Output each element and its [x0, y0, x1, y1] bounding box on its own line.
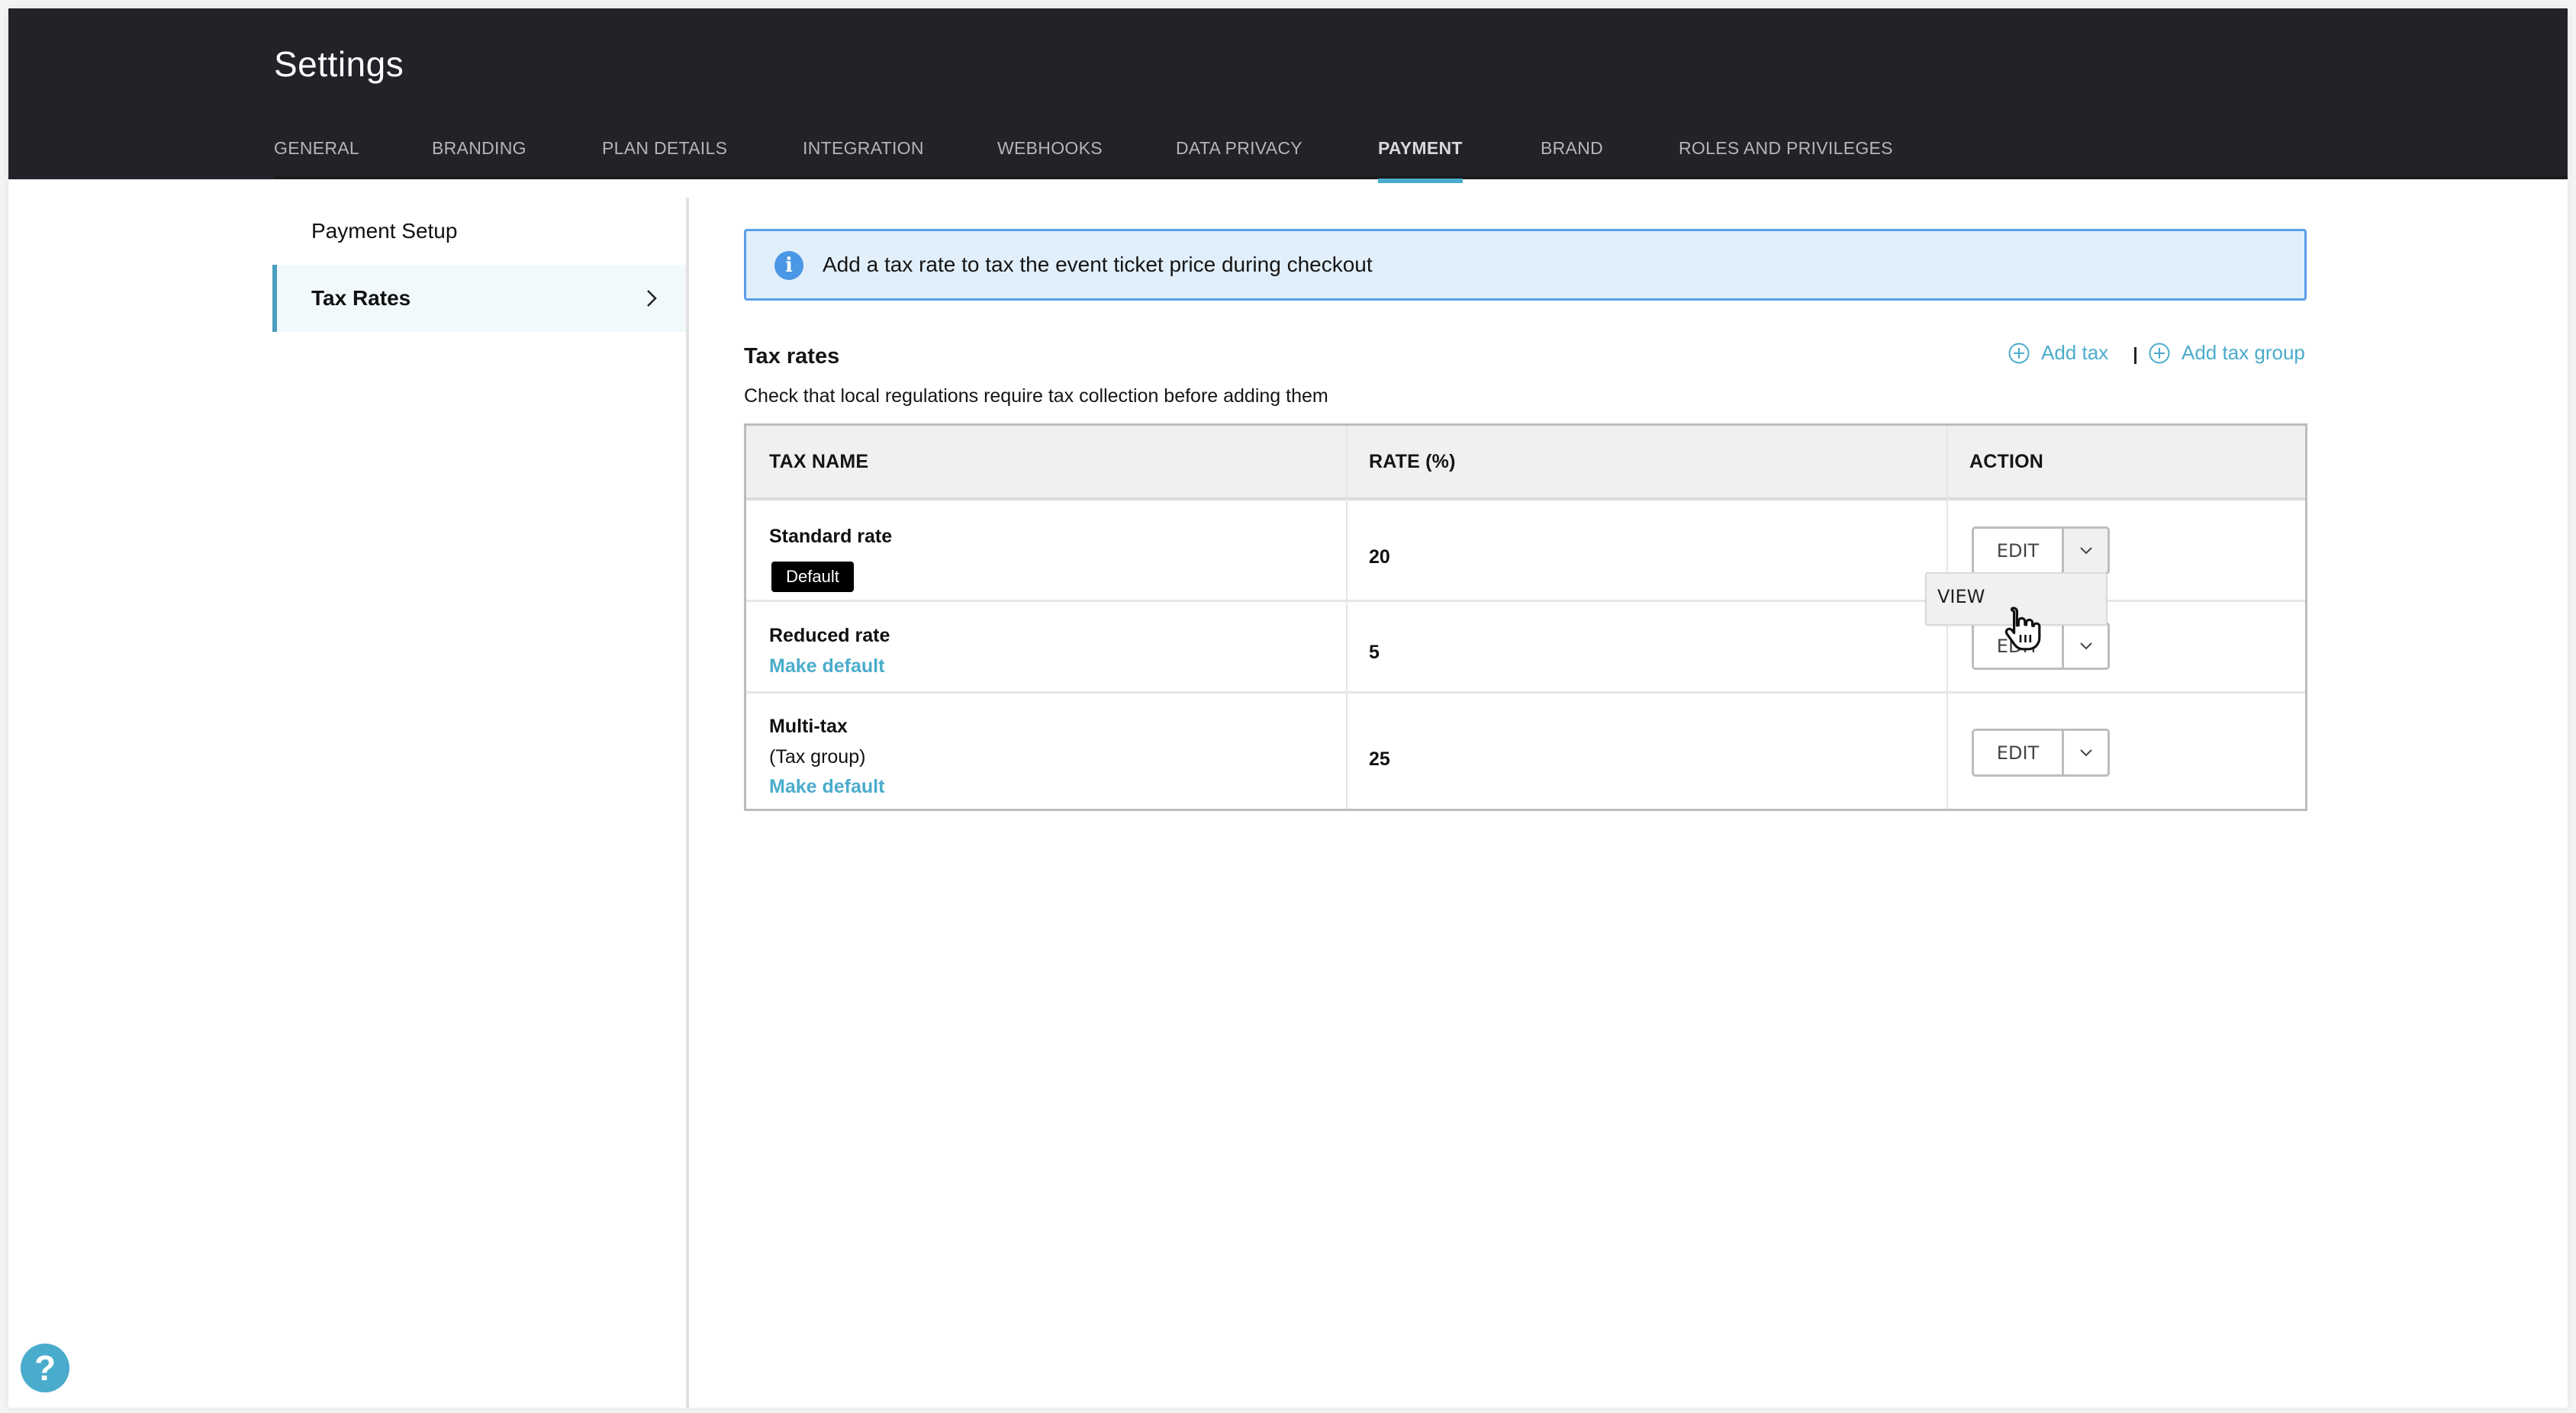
column-divider — [1346, 426, 1348, 809]
column-header-action: ACTION — [1969, 450, 2044, 472]
plus-circle-icon — [2149, 343, 2170, 363]
tab-payment[interactable]: PAYMENT — [1378, 138, 1463, 183]
app-window: Settings GENERAL BRANDING PLAN DETAILS I… — [8, 8, 2568, 1408]
column-header-tax-name: TAX NAME — [769, 450, 869, 472]
tab-general[interactable]: GENERAL — [274, 138, 359, 179]
help-button[interactable]: ? — [21, 1344, 69, 1392]
tab-branding[interactable]: BRANDING — [432, 138, 526, 179]
tab-integration[interactable]: INTEGRATION — [803, 138, 924, 179]
section-subtitle: Check that local regulations require tax… — [744, 385, 1328, 407]
chevron-right-icon — [647, 290, 657, 307]
add-tax-group-button[interactable]: Add tax group — [2148, 341, 2305, 365]
add-tax-group-label: Add tax group — [2182, 341, 2305, 364]
sidebar-item-label: Payment Setup — [311, 219, 458, 243]
sidebar-item-payment-setup[interactable]: Payment Setup — [272, 198, 686, 265]
sidebar-item-label: Tax Rates — [311, 286, 411, 310]
tab-webhooks[interactable]: WEBHOOKS — [997, 138, 1103, 179]
edit-button[interactable]: EDIT — [1974, 624, 2064, 668]
action-dropdown-menu: VIEW — [1925, 572, 2107, 626]
tax-rate: 25 — [1369, 748, 1390, 770]
banner-text: Add a tax rate to tax the event ticket p… — [823, 253, 1373, 276]
make-default-link[interactable]: Make default — [769, 776, 884, 798]
action-split-button: EDIT — [1972, 526, 2110, 575]
make-default-link[interactable]: Make default — [769, 655, 884, 678]
tax-rate: 5 — [1369, 642, 1380, 663]
action-dropdown-toggle[interactable] — [2064, 624, 2107, 668]
tax-name: Standard rate — [769, 526, 893, 547]
settings-header: Settings GENERAL BRANDING PLAN DETAILS I… — [8, 8, 2568, 183]
chevron-down-icon — [2079, 546, 2092, 554]
tab-plan-details[interactable]: PLAN DETAILS — [602, 138, 727, 179]
action-dropdown-toggle[interactable] — [2064, 731, 2107, 774]
action-split-button: EDIT — [1972, 729, 2110, 777]
tab-brand[interactable]: BRAND — [1541, 138, 1603, 179]
tax-rate: 20 — [1369, 546, 1390, 568]
tax-name: Multi-tax — [769, 716, 848, 737]
action-dropdown-toggle[interactable] — [2064, 529, 2107, 572]
action-split-button: EDIT — [1972, 622, 2110, 670]
settings-tabs: GENERAL BRANDING PLAN DETAILS INTEGRATIO… — [274, 138, 2568, 183]
chevron-down-icon — [2079, 642, 2092, 649]
tab-roles-and-privileges[interactable]: ROLES AND PRIVILEGES — [1679, 138, 1893, 179]
info-banner: i Add a tax rate to tax the event ticket… — [744, 229, 2307, 301]
sidebar-item-tax-rates[interactable]: Tax Rates — [272, 265, 686, 332]
add-tax-button[interactable]: Add tax — [2008, 341, 2108, 365]
default-badge: Default — [771, 562, 854, 592]
edit-button[interactable]: EDIT — [1974, 529, 2064, 572]
page-title: Settings — [274, 44, 404, 84]
row-divider — [746, 691, 2305, 694]
chevron-down-icon — [2079, 748, 2092, 756]
tax-name: Reduced rate — [769, 625, 890, 646]
sidebar-divider — [686, 198, 689, 1408]
menu-item-view[interactable]: VIEW — [1937, 586, 1985, 607]
section-title: Tax rates — [744, 344, 840, 369]
tab-data-privacy[interactable]: DATA PRIVACY — [1176, 138, 1302, 179]
edit-button[interactable]: EDIT — [1974, 731, 2064, 774]
info-icon: i — [774, 251, 803, 280]
table-header: TAX NAME RATE (%) ACTION — [746, 426, 2305, 501]
separator — [2134, 347, 2136, 364]
tax-group-label: (Tax group) — [769, 746, 866, 768]
add-tax-label: Add tax — [2041, 341, 2109, 364]
column-header-rate: RATE (%) — [1369, 450, 1456, 472]
plus-circle-icon — [2008, 343, 2030, 363]
